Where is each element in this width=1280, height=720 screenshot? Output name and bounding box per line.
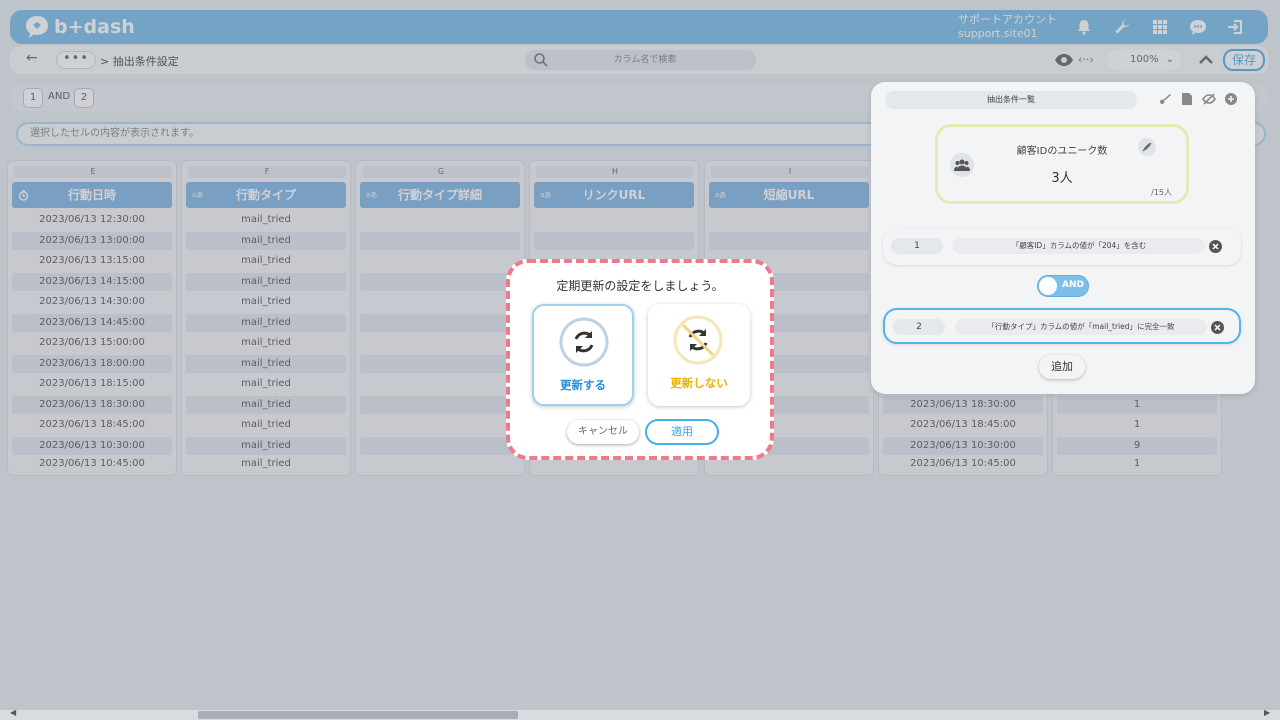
cancel-button[interactable]: キャンセル <box>567 420 639 444</box>
metric-value: 3人 <box>1051 171 1073 186</box>
panel-tab-conditions[interactable]: 抽出条件一覧 <box>885 91 1137 109</box>
condition-number: 1 <box>891 238 943 254</box>
and-or-toggle[interactable]: AND <box>1037 275 1089 297</box>
filter-off-icon[interactable] <box>1223 91 1239 107</box>
modal-title: 定期更新の設定をしましょう。 <box>556 279 724 293</box>
option-no-update[interactable]: 更新しない <box>648 304 750 406</box>
add-condition-button[interactable]: 追加 <box>1039 355 1085 379</box>
horizontal-scrollbar[interactable]: ◀ ▶ <box>0 708 1280 720</box>
condition-text: 「行動タイプ」カラムの値が「mail_tried」に完全一致 <box>955 319 1207 335</box>
scrollbar-thumb[interactable] <box>198 711 518 719</box>
scroll-right-icon[interactable]: ▶ <box>1264 708 1270 717</box>
option-no-update-label: 更新しない <box>670 376 728 390</box>
scroll-left-icon[interactable]: ◀ <box>10 708 16 717</box>
metric-total: /15人 <box>1151 188 1172 197</box>
document-icon[interactable] <box>1179 91 1195 107</box>
condition-text: 「顧客ID」カラムの値が「204」を含む <box>953 238 1205 254</box>
refresh-icon <box>559 317 609 367</box>
refresh-off-icon <box>673 315 723 365</box>
apply-button[interactable]: 適用 <box>645 419 719 445</box>
hide-icon[interactable] <box>1201 91 1217 107</box>
remove-condition-icon[interactable] <box>1211 321 1224 334</box>
option-update[interactable]: 更新する <box>532 304 634 406</box>
option-update-label: 更新する <box>560 378 606 392</box>
condition-panel: 抽出条件一覧 顧客IDのユニーク数 3人 /15人 1 「顧客ID」カラムの値が… <box>871 82 1255 394</box>
condition-number: 2 <box>893 319 945 335</box>
refresh-setting-modal: 定期更新の設定をしましょう。 更新する 更新しない キャンセル 適用 <box>506 259 774 460</box>
remove-condition-icon[interactable] <box>1209 240 1222 253</box>
panel-tools <box>1157 91 1239 107</box>
toggle-knob <box>1039 277 1057 295</box>
condition-card-2[interactable]: 2 「行動タイプ」カラムの値が「mail_tried」に完全一致 <box>883 308 1241 344</box>
edit-icon[interactable] <box>1138 138 1156 156</box>
metric-card: 顧客IDのユニーク数 3人 /15人 <box>935 124 1189 204</box>
toggle-label: AND <box>1062 280 1084 290</box>
paint-icon[interactable] <box>1157 91 1173 107</box>
page: b+dash サポートアカウント support.site01 ← ••• > … <box>0 0 1280 720</box>
condition-card-1[interactable]: 1 「顧客ID」カラムの値が「204」を含む <box>883 229 1241 265</box>
